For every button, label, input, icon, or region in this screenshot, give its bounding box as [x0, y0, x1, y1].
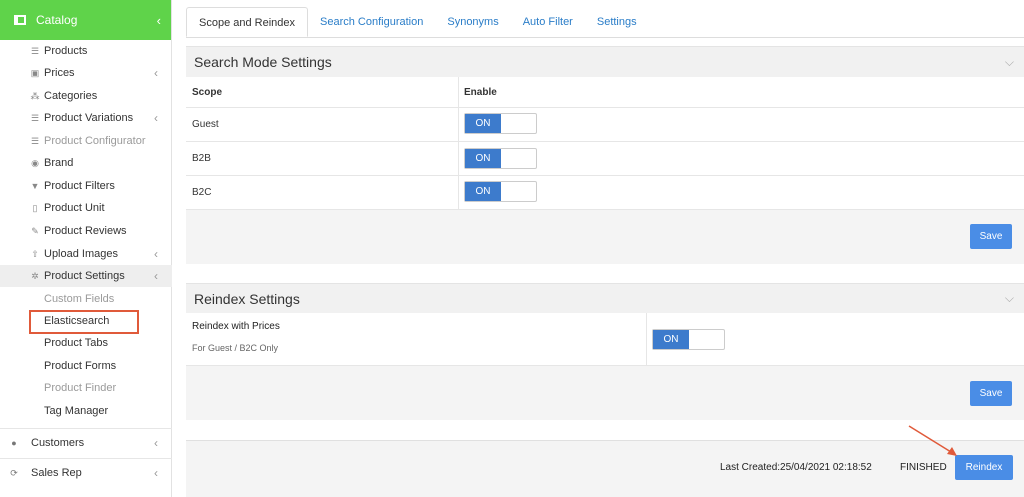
scope-cell: B2C	[192, 187, 212, 198]
sidebar-subitem-product-tabs[interactable]: Product Tabs	[0, 332, 172, 354]
money-icon: ▣	[30, 67, 40, 78]
list-icon: ☰	[30, 135, 40, 146]
sync-icon: ⟳	[10, 467, 18, 478]
upload-icon: ⇧	[31, 248, 39, 259]
sidebar-subitem-tag-manager[interactable]: Tag Manager	[0, 400, 172, 422]
table-row: B2C ON	[186, 176, 1024, 210]
guest-enable-toggle[interactable]: ON	[464, 113, 537, 134]
sitemap-icon: ⁂	[30, 90, 40, 101]
b2b-enable-toggle[interactable]: ON	[464, 148, 537, 169]
chevron-left-icon: ‹	[154, 466, 158, 480]
table-row: B2B ON	[186, 142, 1024, 176]
tab-settings[interactable]: Settings	[585, 7, 649, 37]
sidebar-item-product-filters[interactable]: ▼ Product Filters	[0, 175, 172, 197]
search-mode-panel-header[interactable]: Search Mode Settings ⌵	[186, 46, 1024, 77]
enable-column-header: Enable	[464, 86, 497, 98]
save-button[interactable]: Save	[970, 224, 1012, 249]
sidebar-header-catalog[interactable]: Catalog ‹	[0, 0, 171, 40]
chevron-left-icon: ‹	[156, 12, 161, 28]
reindex-with-prices-toggle[interactable]: ON	[652, 329, 725, 350]
filter-icon: ▼	[30, 181, 40, 191]
tab-search-configuration[interactable]: Search Configuration	[308, 7, 435, 37]
sidebar: Catalog ‹ ☰ Products ▣ Prices ‹ ⁂ Catego…	[0, 0, 172, 497]
annotation-arrow-icon	[908, 425, 957, 456]
scope-cell: B2B	[192, 153, 211, 164]
tab-divider	[186, 37, 1024, 38]
sidebar-item-product-settings[interactable]: ✲ Product Settings ‹	[0, 265, 172, 287]
reindex-panel-footer	[186, 366, 1024, 420]
sidebar-item-product-configurator[interactable]: ☰ Product Configurator	[0, 130, 172, 152]
reindex-row: Reindex with Prices For Guest / B2C Only…	[186, 313, 1024, 366]
sidebar-item-categories[interactable]: ⁂ Categories	[0, 85, 172, 107]
chevron-left-icon: ‹	[154, 66, 158, 80]
reindex-title: Reindex Settings	[194, 290, 300, 307]
table-row: Guest ON	[186, 108, 1024, 142]
edit-icon: ✎	[31, 225, 39, 236]
tab-bar: Scope and Reindex Search Configuration S…	[186, 7, 649, 37]
scope-column-header: Scope	[192, 86, 223, 98]
reindex-label: Reindex with Prices	[192, 321, 280, 332]
elasticsearch-highlight-box	[29, 310, 139, 334]
sidebar-section-customers[interactable]: ● Customers ‹	[0, 432, 172, 454]
sidebar-item-products[interactable]: ☰ Products	[0, 40, 172, 62]
last-created-text: Last Created:25/04/2021 02:18:52	[720, 462, 872, 473]
user-icon: ●	[11, 438, 17, 448]
sidebar-item-brand[interactable]: ◉ Brand	[0, 152, 172, 174]
list-icon: ☰	[30, 112, 40, 123]
chevron-left-icon: ‹	[154, 111, 158, 125]
chevron-left-icon: ‹	[154, 247, 158, 261]
save-button[interactable]: Save	[970, 381, 1012, 406]
sidebar-subitem-product-forms[interactable]: Product Forms	[0, 355, 172, 377]
scope-cell: Guest	[192, 119, 219, 130]
tab-auto-filter[interactable]: Auto Filter	[511, 7, 585, 37]
list-icon: ☰	[30, 45, 40, 56]
sidebar-item-product-variations[interactable]: ☰ Product Variations ‹	[0, 107, 172, 129]
chevron-left-icon: ‹	[154, 436, 158, 450]
chevron-down-icon: ‹	[154, 269, 158, 283]
status-footer: Last Created:25/04/2021 02:18:52 FINISHE…	[186, 440, 1024, 497]
tab-synonyms[interactable]: Synonyms	[435, 7, 510, 37]
search-mode-title: Search Mode Settings	[194, 54, 332, 70]
b2c-enable-toggle[interactable]: ON	[464, 181, 537, 202]
chevron-down-icon: ⌵	[1004, 54, 1014, 69]
sidebar-item-prices[interactable]: ▣ Prices ‹	[0, 62, 172, 84]
search-mode-table-header: Scope Enable	[186, 77, 1024, 108]
gear-icon: ✲	[31, 270, 39, 281]
search-mode-panel-footer	[186, 210, 1024, 264]
sidebar-divider	[0, 428, 172, 429]
reindex-sublabel: For Guest / B2C Only	[192, 343, 279, 353]
sidebar-header-label: Catalog	[36, 13, 78, 27]
reindex-panel-header[interactable]: Reindex Settings ⌵	[186, 283, 1024, 313]
tab-scope-and-reindex[interactable]: Scope and Reindex	[186, 7, 309, 37]
sidebar-item-upload-images[interactable]: ⇧ Upload Images ‹	[0, 243, 172, 265]
sidebar-section-sales-rep[interactable]: ⟳ Sales Rep ‹	[0, 462, 172, 484]
sidebar-item-product-reviews[interactable]: ✎ Product Reviews	[0, 220, 172, 242]
status-badge: FINISHED	[900, 462, 947, 473]
sidebar-subitem-custom-fields[interactable]: Custom Fields	[0, 288, 172, 310]
sidebar-subitem-product-finder[interactable]: Product Finder	[0, 377, 172, 399]
sidebar-item-product-unit[interactable]: ▯ Product Unit	[0, 197, 172, 219]
sidebar-divider	[0, 458, 172, 459]
chevron-down-icon: ⌵	[1004, 291, 1014, 305]
unit-icon: ▯	[32, 202, 38, 213]
catalog-icon	[14, 15, 26, 25]
brand-icon: ◉	[31, 157, 39, 168]
